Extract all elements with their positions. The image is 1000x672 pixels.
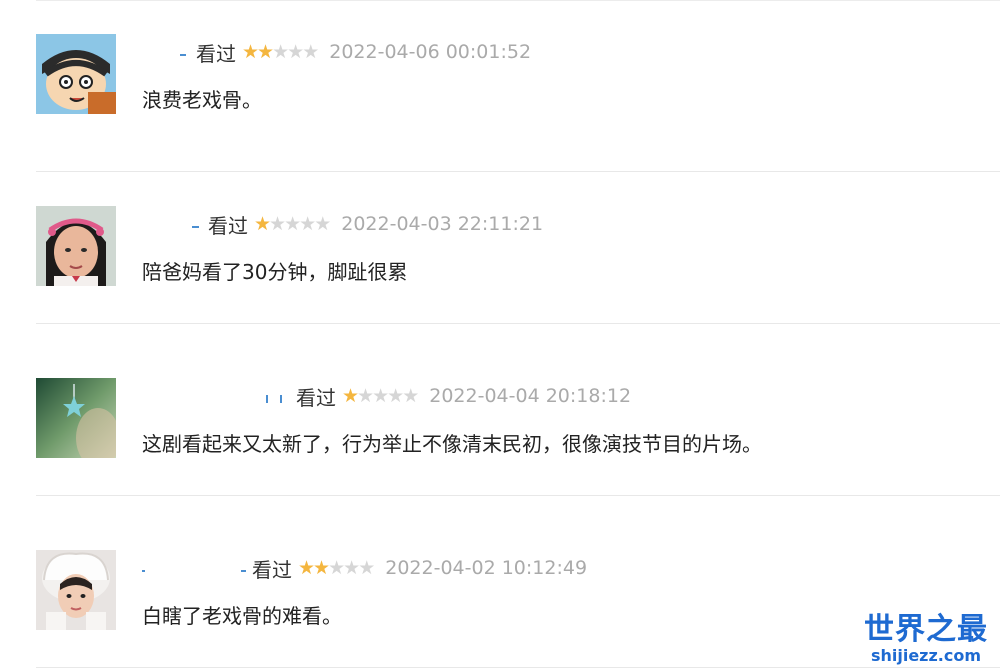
avatar[interactable] — [36, 378, 116, 458]
star-empty-icon: ★ — [372, 385, 389, 407]
star-filled-icon: ★ — [342, 385, 359, 407]
username-redacted — [266, 394, 268, 403]
comment-meta: 看过 ★ ★ ★ ★ ★ 2022-04-03 22:11:21 — [142, 210, 543, 238]
star-empty-icon: ★ — [357, 385, 374, 407]
avatar[interactable] — [36, 206, 116, 286]
star-filled-icon: ★ — [298, 557, 315, 579]
comment-meta: 看过 ★ ★ ★ ★ ★ 2022-04-06 00:01:52 — [142, 38, 531, 66]
comment-time: 2022-04-04 20:18:12 — [429, 385, 632, 407]
username-link[interactable] — [142, 383, 290, 409]
comment-item: 看过 ★ ★ ★ ★ ★ 2022-04-03 22:11:21 陪爸妈看了30分钟，脚… — [36, 152, 1000, 324]
comment-meta: 看过 ★ ★ ★ ★ ★ 2022-04-02 10:12:49 — [142, 554, 587, 582]
star-empty-icon: ★ — [272, 41, 289, 63]
watched-status: 看过 — [208, 213, 248, 238]
rating-stars: ★ ★ ★ ★ ★ — [342, 385, 419, 407]
star-earring-avatar-image — [36, 378, 116, 458]
star-empty-icon: ★ — [314, 213, 331, 235]
watched-status: 看过 — [296, 385, 336, 410]
comment-time: 2022-04-03 22:11:21 — [341, 213, 544, 235]
star-filled-icon: ★ — [257, 41, 274, 63]
username-redacted — [241, 569, 246, 572]
comment-item: 看过 ★ ★ ★ ★ ★ 2022-04-04 20:18:12 这剧看起来又太新了，行… — [36, 324, 1000, 496]
person-pink-headband-avatar-image — [36, 206, 116, 286]
star-empty-icon: ★ — [284, 213, 301, 235]
star-empty-icon: ★ — [358, 557, 375, 579]
username-link[interactable] — [142, 555, 246, 581]
star-empty-icon: ★ — [328, 557, 345, 579]
watermark-url: shijiezz.com — [870, 646, 982, 665]
comment-item: 看过 ★ ★ ★ ★ ★ 2022-04-02 10:12:49 白瞎了老戏骨的难看。 — [36, 496, 1000, 668]
cartoon-boy-avatar-image — [36, 34, 116, 114]
person-fur-hood-avatar-image — [36, 550, 116, 630]
rating-stars: ★ ★ ★ ★ ★ — [254, 213, 331, 235]
rating-stars: ★ ★ ★ ★ ★ — [298, 557, 375, 579]
star-filled-icon: ★ — [242, 41, 259, 63]
comment-item: 看过 ★ ★ ★ ★ ★ 2022-04-06 00:01:52 浪费老戏骨。 — [36, 0, 1000, 172]
comment-time: 2022-04-02 10:12:49 — [385, 557, 588, 579]
username-redacted — [192, 225, 199, 228]
star-empty-icon: ★ — [302, 41, 319, 63]
comment-text: 浪费老戏骨。 — [142, 88, 262, 112]
avatar[interactable] — [36, 550, 116, 630]
username-redacted — [142, 569, 145, 572]
username-redacted — [280, 394, 283, 403]
comment-meta: 看过 ★ ★ ★ ★ ★ 2022-04-04 20:18:12 — [142, 382, 631, 410]
comment-text: 这剧看起来又太新了，行为举止不像清末民初，很像演技节目的片场。 — [142, 432, 762, 456]
star-empty-icon: ★ — [299, 213, 316, 235]
star-filled-icon: ★ — [313, 557, 330, 579]
star-empty-icon: ★ — [387, 385, 404, 407]
star-empty-icon: ★ — [269, 213, 286, 235]
comment-text: 白瞎了老戏骨的难看。 — [142, 604, 342, 628]
rating-stars: ★ ★ ★ ★ ★ — [242, 41, 319, 63]
watermark-title: 世界之最 — [864, 612, 988, 647]
comment-time: 2022-04-06 00:01:52 — [329, 41, 532, 63]
username-link[interactable] — [142, 39, 190, 65]
star-filled-icon: ★ — [254, 213, 271, 235]
comment-text: 陪爸妈看了30分钟，脚趾很累 — [142, 260, 408, 284]
username-link[interactable] — [142, 211, 202, 237]
site-watermark: 世界之最 shijiezz.com — [864, 614, 988, 666]
avatar[interactable] — [36, 34, 116, 114]
star-empty-icon: ★ — [343, 557, 360, 579]
star-empty-icon: ★ — [402, 385, 419, 407]
star-empty-icon: ★ — [287, 41, 304, 63]
username-redacted — [180, 53, 186, 56]
watched-status: 看过 — [252, 557, 292, 582]
watched-status: 看过 — [196, 41, 236, 66]
